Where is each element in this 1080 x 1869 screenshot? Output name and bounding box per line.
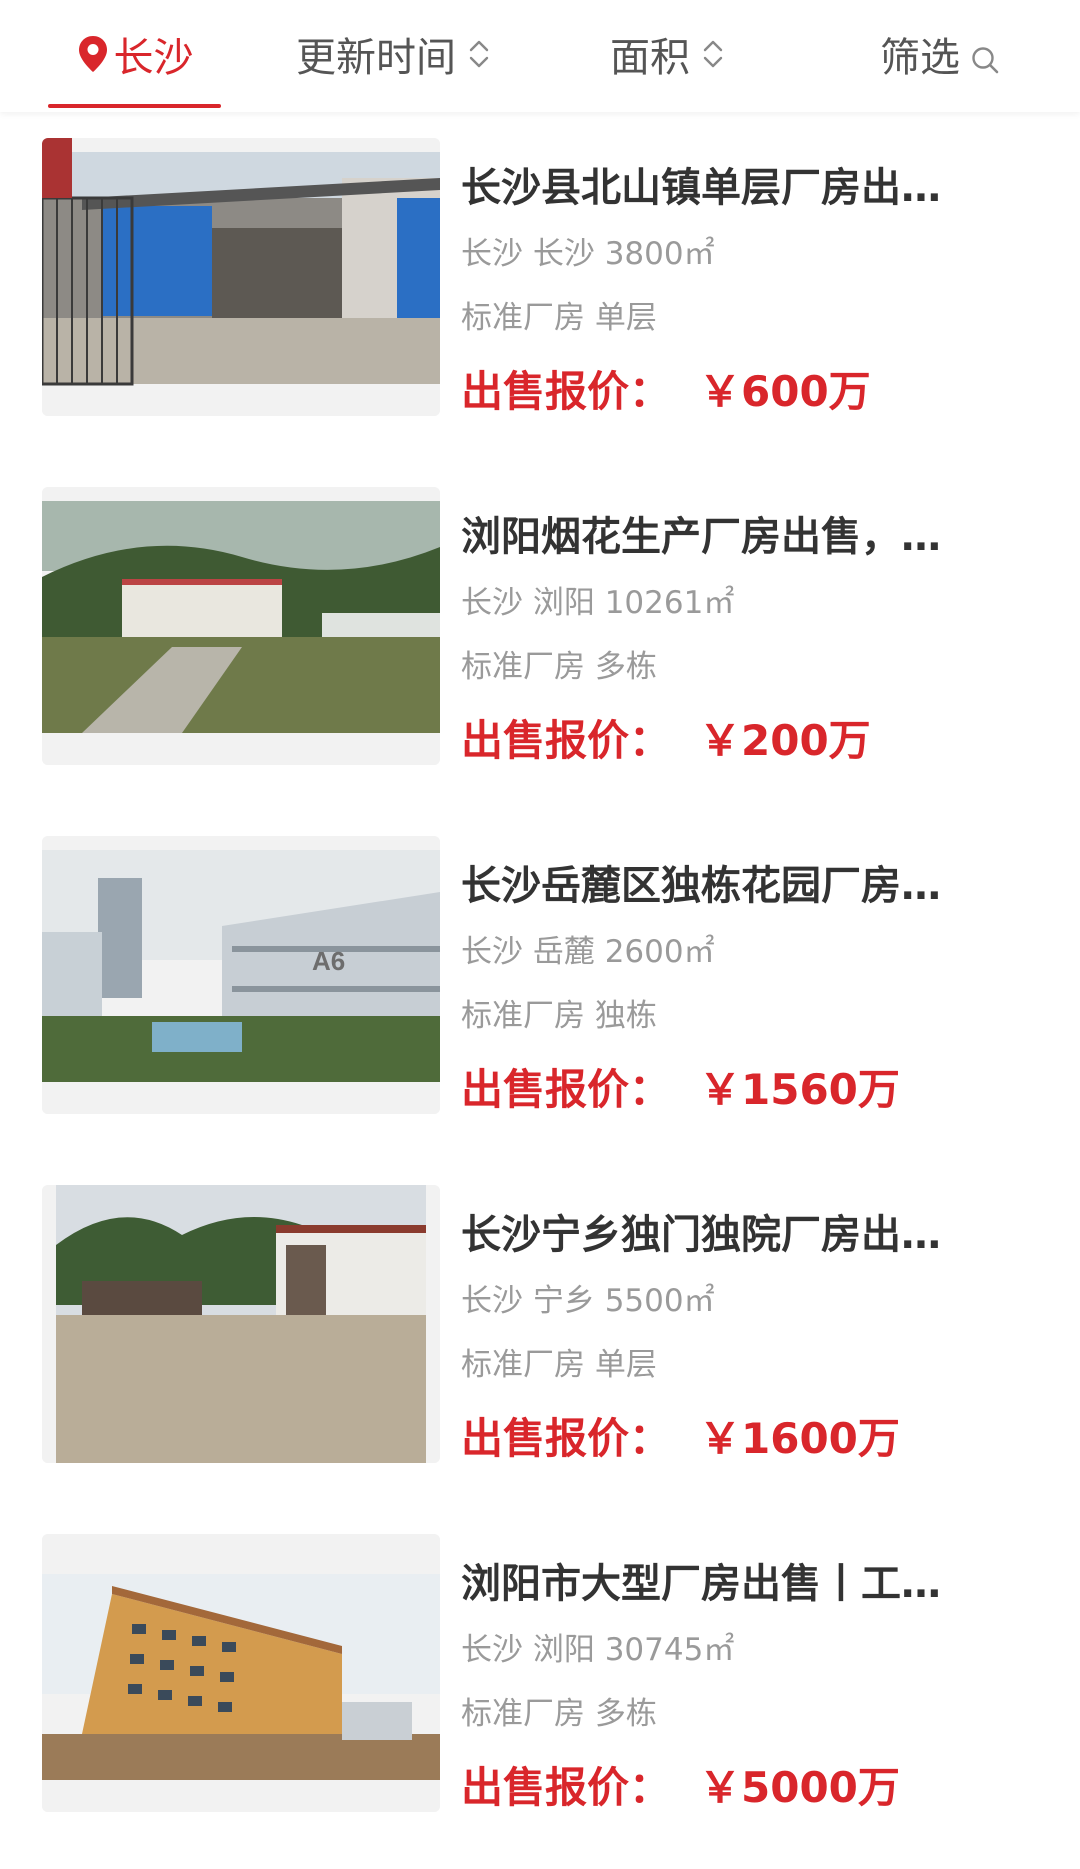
listing-location: 长沙 长沙 3800㎡	[461, 236, 715, 272]
update-time-label: 更新时间	[296, 35, 456, 81]
listing-card[interactable]: 长沙县北山镇单层厂房出… 长沙 长沙 3800㎡ 标准厂房 单层 出售报价： ￥6…	[0, 112, 1080, 461]
sort-by-update-time[interactable]: 更新时间	[296, 0, 492, 108]
listing-title: 浏阳烟花生产厂房出售，…	[461, 514, 941, 560]
listing-photo: A6	[42, 836, 440, 1114]
search-icon	[970, 39, 1000, 74]
listing-type: 标准厂房 多栋	[461, 649, 657, 685]
sort-by-area[interactable]: 面积	[610, 0, 726, 108]
listing-title: 长沙宁乡独门独院厂房出…	[461, 1212, 941, 1258]
listing-price: 出售报价： ￥1560万	[461, 1060, 900, 1120]
city-selector[interactable]: 长沙	[48, 0, 221, 108]
listing-type: 标准厂房 单层	[461, 1347, 657, 1383]
filter-label: 筛选	[880, 35, 960, 81]
listing-type: 标准厂房 独栋	[461, 998, 657, 1034]
listing-card[interactable]: 浏阳烟花生产厂房出售，… 长沙 浏阳 10261㎡ 标准厂房 多栋 出售报价： ￥…	[0, 461, 1080, 810]
listing-photo	[42, 487, 440, 765]
sort-arrows-icon	[466, 34, 492, 74]
listing-card[interactable]: A6 长沙岳麓区独栋花园厂房… 长沙 岳麓 2600㎡ 标准厂房 独栋 出售报价…	[0, 810, 1080, 1159]
svg-text:A6: A6	[312, 946, 345, 976]
listing-title: 长沙县北山镇单层厂房出…	[461, 165, 941, 211]
listing-location: 长沙 浏阳 30745㎡	[461, 1632, 735, 1668]
listing-photo	[42, 1534, 440, 1812]
price-value: ￥1600万	[699, 1414, 900, 1463]
listing-location: 长沙 浏阳 10261㎡	[461, 585, 735, 621]
listing-type: 标准厂房 单层	[461, 300, 657, 336]
listing-photo	[42, 1185, 440, 1463]
listing-price: 出售报价： ￥1600万	[461, 1409, 900, 1469]
listing-price: 出售报价： ￥600万	[461, 362, 871, 422]
city-label: 长沙	[113, 35, 194, 81]
listing-price: 出售报价： ￥200万	[461, 711, 871, 771]
listing-location: 长沙 宁乡 5500㎡	[461, 1283, 715, 1319]
price-value: ￥5000万	[699, 1763, 900, 1812]
area-label: 面积	[610, 35, 690, 81]
price-prefix: 出售报价：	[461, 1065, 672, 1114]
listing-card[interactable]: 浏阳市大型厂房出售丨工… 长沙 浏阳 30745㎡ 标准厂房 多栋 出售报价： ￥…	[0, 1508, 1080, 1857]
active-tab-underline	[48, 104, 221, 108]
listing-title: 长沙岳麓区独栋花园厂房…	[461, 863, 941, 909]
price-prefix: 出售报价：	[461, 1763, 672, 1812]
filter-bar: 长沙 更新时间 面积 筛选	[0, 0, 1080, 112]
listing-type: 标准厂房 多栋	[461, 1696, 657, 1732]
price-value: ￥600万	[699, 367, 871, 416]
listing-title: 浏阳市大型厂房出售丨工…	[461, 1561, 941, 1607]
filter-button[interactable]: 筛选	[880, 0, 1000, 108]
listing-photo	[42, 138, 440, 416]
sort-arrows-icon	[700, 34, 726, 74]
listing-card[interactable]: 长沙宁乡独门独院厂房出… 长沙 宁乡 5500㎡ 标准厂房 单层 出售报价： ￥1…	[0, 1159, 1080, 1508]
location-pin-icon	[76, 34, 110, 74]
price-value: ￥200万	[699, 716, 871, 765]
listing-price: 出售报价： ￥5000万	[461, 1758, 900, 1818]
price-value: ￥1560万	[699, 1065, 900, 1114]
listing-location: 长沙 岳麓 2600㎡	[461, 934, 715, 970]
price-prefix: 出售报价：	[461, 367, 672, 416]
price-prefix: 出售报价：	[461, 716, 672, 765]
price-prefix: 出售报价：	[461, 1414, 672, 1463]
